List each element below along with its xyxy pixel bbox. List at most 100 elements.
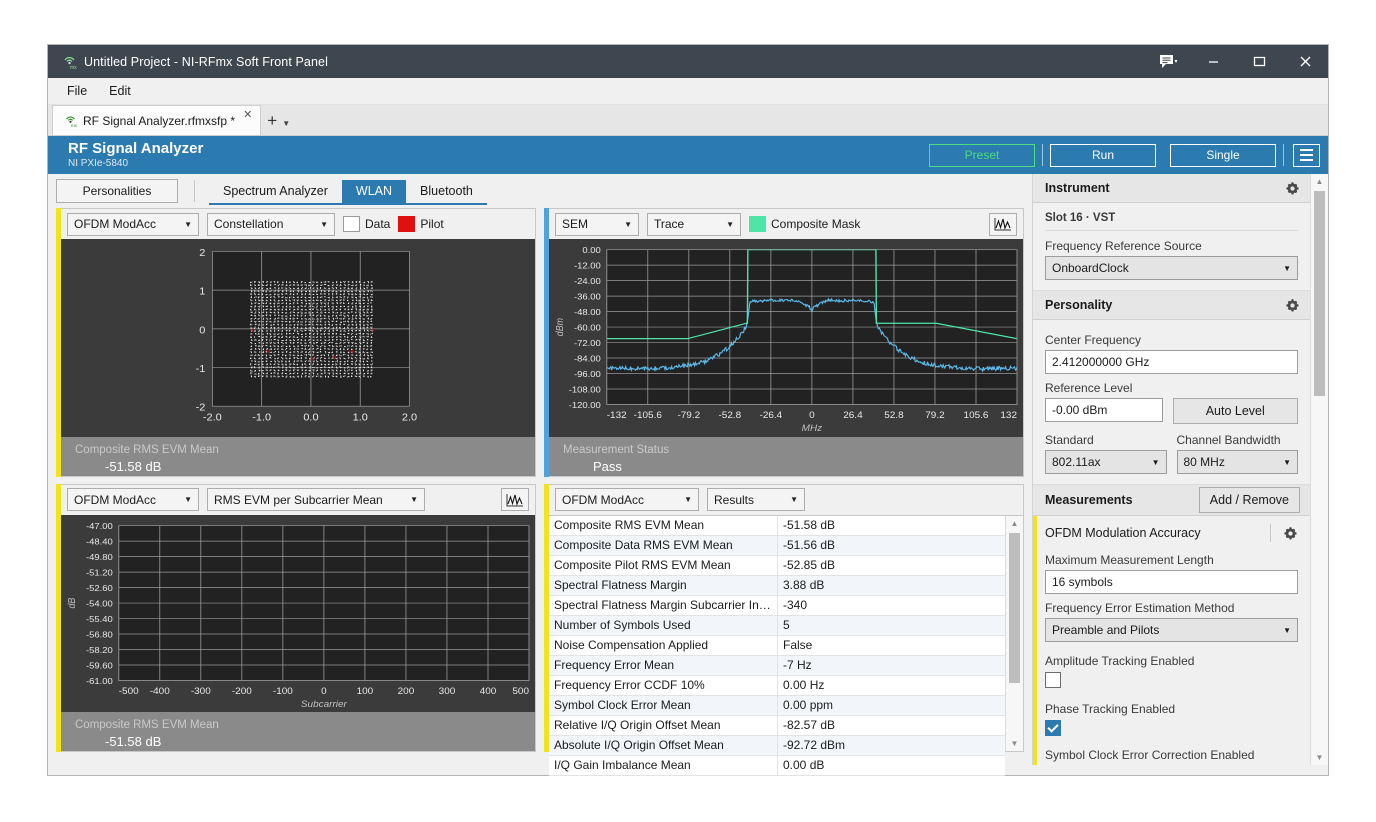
scroll-thumb[interactable] — [1314, 191, 1325, 396]
scroll-up-icon[interactable]: ▲ — [1011, 516, 1019, 531]
channel-bandwidth-select[interactable]: 80 MHz ▼ — [1177, 450, 1299, 474]
max-measurement-length-input[interactable]: 16 symbols — [1045, 570, 1298, 594]
scroll-thumb[interactable] — [1009, 533, 1020, 683]
center-frequency-label: Center Frequency — [1045, 333, 1298, 347]
minimize-button[interactable] — [1190, 45, 1236, 78]
table-row[interactable]: Number of Symbols Used5 — [549, 615, 1005, 635]
svg-text:2: 2 — [199, 248, 205, 258]
divider — [194, 180, 195, 202]
gear-icon[interactable] — [1285, 298, 1300, 313]
preset-button[interactable]: Preset — [929, 144, 1035, 167]
hamburger-menu-button[interactable] — [1293, 144, 1320, 167]
svg-text:500: 500 — [512, 686, 529, 696]
footer-label: Measurement Status — [563, 444, 669, 456]
table-row[interactable]: Spectral Flatness Margin3.88 dB — [549, 575, 1005, 595]
menu-file[interactable]: File — [56, 81, 98, 101]
waveform-icon[interactable] — [501, 488, 529, 511]
center-frequency-input[interactable]: 2.412000000 GHz — [1045, 350, 1298, 374]
chevron-down-icon[interactable]: ▼ — [282, 119, 290, 128]
table-row[interactable]: Symbol Clock Error Mean0.00 ppm — [549, 695, 1005, 715]
tab-bluetooth[interactable]: Bluetooth — [406, 180, 487, 203]
scroll-track[interactable] — [1311, 189, 1328, 750]
gear-icon[interactable] — [1283, 526, 1298, 541]
auto-level-button[interactable]: Auto Level — [1173, 398, 1299, 424]
new-tab-button[interactable]: + ▼ — [261, 106, 296, 135]
table-row[interactable]: Composite RMS EVM Mean-51.58 dB — [549, 516, 1005, 536]
reference-level-label: Reference Level — [1045, 381, 1298, 395]
results-panel: OFDM ModAcc ▼ Results ▼ Composite RMS EV… — [544, 484, 1024, 753]
channel-bandwidth-label: Channel Bandwidth — [1177, 433, 1299, 447]
table-row[interactable]: Absolute I/Q Origin Offset Mean-92.72 dB… — [549, 735, 1005, 755]
result-name: Frequency Error Mean — [549, 655, 778, 675]
feedback-bubble-icon[interactable] — [1146, 45, 1190, 78]
svg-text:-84.00: -84.00 — [574, 354, 601, 363]
section-title-instrument: Instrument — [1045, 181, 1110, 195]
sem-trace-select[interactable]: Trace ▼ — [647, 213, 741, 236]
sidebar-scrollbar[interactable]: ▲ ▼ — [1310, 174, 1328, 765]
svg-text:-2.0: -2.0 — [203, 413, 222, 423]
scroll-down-icon[interactable]: ▼ — [1011, 736, 1019, 751]
personalities-button[interactable]: Personalities — [56, 179, 178, 203]
app-header-text: RF Signal Analyzer NI PXIe-5840 — [56, 141, 203, 169]
freq-ref-select[interactable]: OnboardClock ▼ — [1045, 256, 1298, 280]
svg-text:132: 132 — [1000, 410, 1017, 420]
table-row[interactable]: Relative I/Q Origin Offset Mean-82.57 dB — [549, 715, 1005, 735]
scroll-track[interactable] — [1006, 531, 1023, 737]
chevron-down-icon: ▼ — [778, 495, 798, 504]
results-measurement-select[interactable]: OFDM ModAcc ▼ — [555, 488, 699, 511]
table-row[interactable]: Composite Data RMS EVM Mean-51.56 dB — [549, 535, 1005, 555]
svg-text:-2: -2 — [196, 403, 206, 413]
phase-tracking-checkbox[interactable] — [1045, 720, 1061, 736]
result-value: -7 Hz — [778, 655, 1006, 675]
gear-icon[interactable] — [1285, 181, 1300, 196]
svg-text:100: 100 — [357, 686, 374, 696]
document-tab-strip: mx RF Signal Analyzer.rfmxsfp * ✕ + ▼ — [48, 105, 1328, 136]
standard-select[interactable]: 802.11ax ▼ — [1045, 450, 1167, 474]
svg-text:-108.00: -108.00 — [569, 385, 601, 394]
sem-panel: SEM ▼ Trace ▼ Composite Mask — [544, 208, 1024, 477]
add-remove-button[interactable]: Add / Remove — [1199, 487, 1300, 513]
table-row[interactable]: Noise Compensation AppliedFalse — [549, 635, 1005, 655]
table-row[interactable]: Composite Pilot RMS EVM Mean-52.85 dB — [549, 555, 1005, 575]
amplitude-tracking-checkbox[interactable] — [1045, 672, 1061, 688]
constellation-trace-select[interactable]: Constellation ▼ — [207, 213, 335, 236]
svg-text:mx: mx — [70, 65, 77, 70]
sem-plot[interactable]: 0.00-12.00-24.00-36.00-48.00-60.00-72.00… — [549, 239, 1023, 437]
table-row[interactable]: Spectral Flatness Margin Subcarrier Inde… — [549, 595, 1005, 615]
svg-text:2.0: 2.0 — [402, 413, 417, 423]
svg-text:1.0: 1.0 — [353, 413, 368, 423]
table-row[interactable]: Frequency Error Mean-7 Hz — [549, 655, 1005, 675]
evm-subcarrier-plot[interactable]: -47.00-48.40-49.80-51.20-52.60-54.00-55.… — [61, 515, 535, 713]
run-button[interactable]: Run — [1050, 144, 1156, 167]
waveform-icon[interactable] — [989, 213, 1017, 236]
constellation-plot[interactable]: 210-1-2-2.0-1.00.01.02.0 — [61, 239, 535, 437]
svg-text:-55.40: -55.40 — [86, 614, 113, 623]
result-name: Composite Data RMS EVM Mean — [549, 535, 778, 555]
results-table-wrap: Composite RMS EVM Mean-51.58 dBComposite… — [549, 515, 1023, 752]
footer-value: Pass — [563, 460, 1023, 475]
scroll-up-icon[interactable]: ▲ — [1316, 174, 1324, 189]
evm-measurement-select[interactable]: OFDM ModAcc ▼ — [67, 488, 199, 511]
menu-edit[interactable]: Edit — [98, 81, 142, 101]
svg-text:-59.60: -59.60 — [86, 661, 113, 670]
close-button[interactable] — [1282, 45, 1328, 78]
close-icon[interactable]: ✕ — [239, 108, 256, 121]
svg-text:-100: -100 — [273, 686, 293, 696]
reference-level-input[interactable]: -0.00 dBm — [1045, 398, 1163, 422]
table-row[interactable]: Frequency Error CCDF 10%0.00 Hz — [549, 675, 1005, 695]
sem-measurement-select[interactable]: SEM ▼ — [555, 213, 639, 236]
results-scrollbar[interactable]: ▲ ▼ — [1005, 516, 1023, 752]
constellation-measurement-select[interactable]: OFDM ModAcc ▼ — [67, 213, 199, 236]
svg-text:-52.8: -52.8 — [718, 410, 741, 420]
tab-wlan[interactable]: WLAN — [342, 180, 406, 203]
document-tab[interactable]: mx RF Signal Analyzer.rfmxsfp * ✕ — [52, 105, 261, 135]
maximize-button[interactable] — [1236, 45, 1282, 78]
table-row[interactable]: I/Q Gain Imbalance Mean0.00 dB — [549, 755, 1005, 775]
evm-subcarrier-toolbar: OFDM ModAcc ▼ RMS EVM per Subcarrier Mea… — [61, 485, 535, 515]
frequency-error-method-select[interactable]: Preamble and Pilots ▼ — [1045, 618, 1298, 642]
results-view-select[interactable]: Results ▼ — [707, 488, 805, 511]
single-button[interactable]: Single — [1170, 144, 1276, 167]
tab-spectrum-analyzer[interactable]: Spectrum Analyzer — [209, 180, 342, 203]
evm-trace-select[interactable]: RMS EVM per Subcarrier Mean ▼ — [207, 488, 425, 511]
scroll-down-icon[interactable]: ▼ — [1316, 750, 1324, 765]
